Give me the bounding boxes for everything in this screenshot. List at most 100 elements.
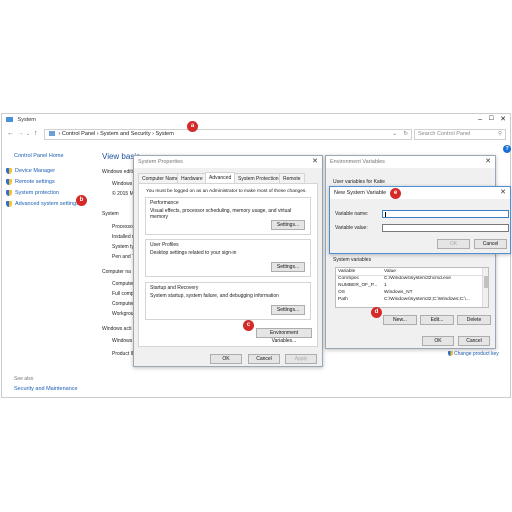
system-properties-titlebar: System Properties (134, 156, 322, 168)
table-row[interactable]: ComSpec C:\Windows\system32\cmd.exe (336, 275, 482, 282)
sidebar-item-label: Device Manager (15, 168, 56, 174)
user-profiles-group: User Profiles Desktop settings related t… (145, 239, 311, 277)
system-app-icon (6, 117, 13, 123)
maximize-button[interactable]: ☐ (489, 114, 494, 125)
computer-line: Computer (112, 281, 134, 287)
tab-system-protection[interactable]: System Protection (234, 173, 283, 183)
search-placeholder: Search Control Panel (418, 131, 471, 137)
new-variable-button[interactable]: New... (383, 315, 417, 325)
see-also-label: See also (14, 376, 34, 382)
system-title: System (17, 117, 36, 123)
cancel-button[interactable]: Cancel (458, 336, 490, 346)
environment-variables-titlebar: Environment Variables (326, 156, 495, 168)
table-scrollbar[interactable] (482, 268, 488, 307)
help-icon[interactable]: ? (503, 145, 511, 153)
shield-icon (6, 167, 12, 174)
sidebar-item-label: Advanced system settings (15, 201, 79, 207)
ok-button[interactable]: OK (210, 354, 242, 364)
close-icon[interactable]: ✕ (483, 156, 493, 167)
table-header: Variable Value (336, 268, 482, 275)
nav-back-icon[interactable]: ← (7, 130, 14, 137)
startup-recovery-group: Startup and Recovery System startup, sys… (145, 282, 311, 320)
admin-note: You must be logged on as an Administrato… (146, 189, 307, 194)
table-row[interactable]: Path C:\Windows\system32;C:\Windows;C:\.… (336, 296, 482, 303)
security-maintenance-link[interactable]: Security and Maintenance (14, 386, 78, 392)
tab-hardware[interactable]: Hardware (177, 173, 207, 183)
environment-variables-button[interactable]: Environment Variables... (256, 328, 312, 344)
ok-button[interactable]: OK (437, 239, 470, 249)
activation-heading: Windows acti (102, 326, 132, 332)
delete-variable-button[interactable]: Delete (457, 315, 491, 325)
scroll-thumb[interactable] (484, 276, 488, 288)
column-header-variable[interactable]: Variable (336, 268, 382, 275)
new-system-variable-dialog: New System Variable ✕ Variable name: Var… (329, 186, 511, 254)
startup-recovery-desc: System startup, system failure, and debu… (150, 293, 279, 299)
address-dropdown-icon[interactable]: ⌄ (392, 130, 397, 139)
close-icon[interactable]: ✕ (310, 156, 320, 167)
change-product-key-label: Change product key (454, 351, 499, 357)
performance-settings-button[interactable]: Settings... (271, 220, 305, 230)
nav-forward-icon[interactable]: → (17, 130, 24, 137)
breadcrumb-item[interactable]: System and Security (100, 131, 150, 137)
cancel-button[interactable]: Cancel (248, 354, 280, 364)
edit-variable-button[interactable]: Edit... (420, 315, 454, 325)
breadcrumb-item[interactable]: System (155, 131, 173, 137)
breadcrumb-item[interactable]: Control Panel (62, 131, 95, 137)
user-profiles-settings-button[interactable]: Settings... (271, 262, 305, 272)
variable-name-label: Variable name: (335, 211, 369, 217)
activation-line: Windows (112, 338, 133, 344)
annotation-badge-e: e (390, 188, 401, 199)
new-system-variable-titlebar: New System Variable (330, 187, 510, 199)
system-heading: System (102, 211, 119, 217)
address-bar[interactable]: › Control Panel › System and Security › … (44, 129, 412, 140)
performance-group: Performance Visual effects, processor sc… (145, 197, 311, 235)
tab-panel: You must be logged on as an Administrato… (138, 183, 318, 347)
new-system-variable-title: New System Variable (334, 190, 387, 196)
user-vars-label: User variables for Katie (333, 179, 385, 185)
system-line: Processor (112, 224, 135, 230)
sidebar-item-remote-settings[interactable]: Remote settings (6, 178, 55, 186)
table-cell: ComSpec (338, 276, 360, 282)
column-header-value[interactable]: Value (382, 268, 482, 275)
minimize-button[interactable]: – (478, 114, 482, 125)
tab-advanced[interactable]: Advanced (205, 172, 236, 183)
annotation-badge-c: c (243, 320, 254, 331)
table-cell: C:\Windows\system32;C:\Windows;C:\... (384, 297, 470, 302)
close-icon[interactable]: ✕ (498, 187, 508, 198)
sidebar-item-label: System protection (15, 190, 60, 196)
sidebar-item-advanced-system-settings[interactable]: Advanced system settings (6, 200, 79, 208)
edition-line: Windows (112, 181, 133, 187)
table-cell: Path (338, 297, 348, 302)
variable-name-input[interactable] (382, 210, 509, 218)
tab-remote[interactable]: Remote (279, 173, 305, 183)
refresh-icon[interactable]: ↻ (403, 130, 408, 139)
shield-icon (6, 189, 12, 196)
tab-computer-name[interactable]: Computer Name (138, 173, 183, 183)
table-row[interactable]: NUMBER_OF_P... 1 (336, 282, 482, 289)
system-vars-table: Variable Value ComSpec C:\Windows\system… (335, 267, 489, 308)
search-input[interactable]: Search Control Panel ⚲ (414, 129, 506, 140)
apply-button[interactable]: Apply (285, 354, 317, 364)
search-icon: ⚲ (497, 131, 502, 137)
sidebar-item-device-manager[interactable]: Device Manager (6, 167, 55, 175)
sidebar: Control Panel Home Device Manager Remote… (2, 148, 97, 398)
change-product-key-link[interactable]: Change product key (448, 351, 499, 357)
startup-settings-button[interactable]: Settings... (271, 305, 305, 315)
close-button[interactable]: ✕ (500, 114, 506, 125)
sidebar-home[interactable]: Control Panel Home (14, 152, 64, 160)
ok-button[interactable]: OK (422, 336, 454, 346)
nav-recent-icon[interactable]: ⌄ (26, 131, 30, 137)
control-panel-icon (49, 131, 55, 137)
table-row[interactable]: OS Windows_NT (336, 289, 482, 296)
cancel-button[interactable]: Cancel (474, 239, 507, 249)
sidebar-item-label: Remote settings (15, 179, 55, 185)
table-cell: Windows_NT (384, 290, 413, 295)
startup-recovery-title: Startup and Recovery (150, 285, 199, 291)
nav-up-icon[interactable]: ↑ (34, 130, 38, 137)
shield-icon (6, 178, 12, 185)
breadcrumb-sep: › (96, 131, 99, 137)
variable-value-input[interactable] (382, 224, 509, 232)
sidebar-item-system-protection[interactable]: System protection (6, 189, 59, 197)
computer-heading: Computer na (102, 269, 131, 275)
table-cell: OS (338, 290, 345, 295)
